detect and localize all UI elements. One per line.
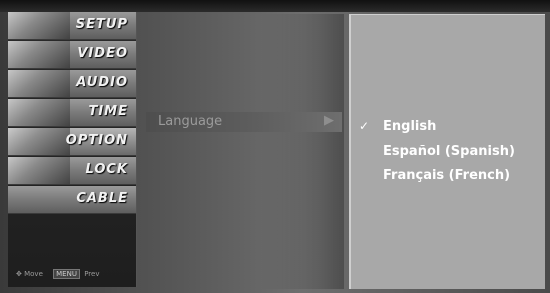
audio-icon bbox=[8, 70, 70, 97]
arrow-right-icon: ▶ bbox=[324, 113, 334, 128]
menu-item-label: CABLE bbox=[76, 191, 128, 206]
menu-item-video[interactable]: VIDEO bbox=[8, 41, 136, 69]
lock-icon bbox=[8, 157, 70, 184]
background-shade bbox=[260, 14, 344, 289]
option-label: Español (Spanish) bbox=[383, 144, 515, 159]
menu-item-label: TIME bbox=[88, 104, 128, 119]
dpad-icon: ✥ bbox=[16, 270, 22, 278]
menu-item-label: VIDEO bbox=[77, 46, 128, 61]
language-options-panel: ✓ English Español (Spanish) Français (Fr… bbox=[349, 14, 545, 289]
navigation-hints: ✥ Move MENU Prev bbox=[16, 269, 107, 279]
tv-screen: SETUP VIDEO AUDIO TIME OPTION LOCK CABLE bbox=[0, 0, 550, 293]
time-icon bbox=[8, 99, 70, 126]
submenu-item-language[interactable]: Language ▶ bbox=[146, 112, 342, 132]
video-icon bbox=[8, 41, 70, 68]
menu-item-label: OPTION bbox=[65, 133, 128, 148]
move-hint-label: Move bbox=[24, 270, 43, 278]
option-french[interactable]: Français (French) bbox=[383, 168, 510, 183]
menu-item-option[interactable]: OPTION bbox=[8, 128, 136, 156]
option-label: English bbox=[383, 119, 437, 134]
menu-key-icon: MENU bbox=[53, 269, 80, 279]
menu-item-label: AUDIO bbox=[76, 75, 128, 90]
move-hint: ✥ Move bbox=[16, 270, 45, 278]
menu-item-time[interactable]: TIME bbox=[8, 99, 136, 127]
menu-item-audio[interactable]: AUDIO bbox=[8, 70, 136, 98]
top-strip bbox=[0, 0, 550, 12]
menu-item-label: LOCK bbox=[85, 162, 128, 177]
setup-icon bbox=[8, 12, 70, 39]
checkmark-icon: ✓ bbox=[359, 119, 370, 133]
option-spanish[interactable]: Español (Spanish) bbox=[383, 144, 515, 159]
menu-item-label: SETUP bbox=[75, 17, 128, 32]
prev-hint: MENU Prev bbox=[53, 269, 100, 279]
prev-hint-label: Prev bbox=[84, 270, 100, 278]
submenu-item-label: Language bbox=[158, 114, 223, 129]
option-icon bbox=[8, 128, 70, 155]
menu-item-cable[interactable]: CABLE bbox=[8, 186, 136, 214]
menu-item-setup[interactable]: SETUP bbox=[8, 12, 136, 40]
menu-item-lock[interactable]: LOCK bbox=[8, 157, 136, 185]
option-label: Français (French) bbox=[383, 168, 511, 183]
main-menu: SETUP VIDEO AUDIO TIME OPTION LOCK CABLE bbox=[8, 12, 137, 287]
option-english[interactable]: ✓ English bbox=[359, 119, 437, 134]
